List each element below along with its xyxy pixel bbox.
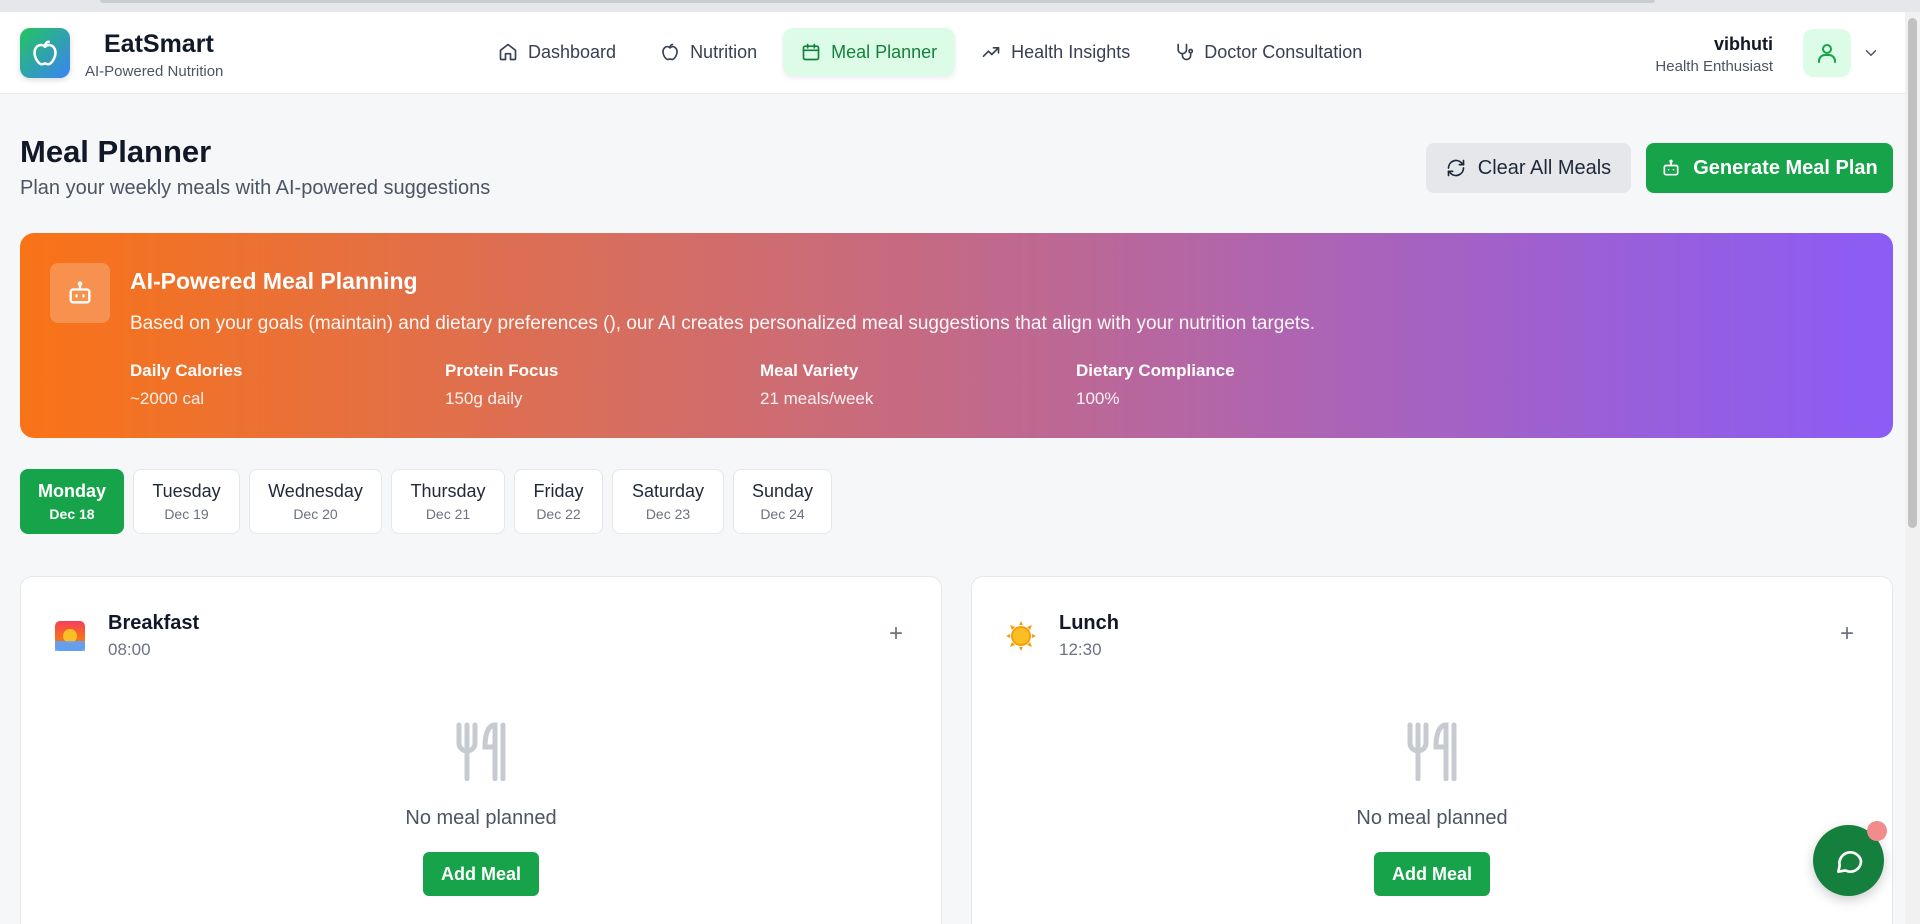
- user-role: Health Enthusiast: [1655, 58, 1773, 75]
- day-name: Thursday: [410, 481, 486, 501]
- meal-time: 08:00: [108, 640, 151, 659]
- stat-protein-focus: Protein Focus 150g daily: [445, 361, 558, 409]
- day-name: Tuesday: [152, 481, 221, 501]
- generate-meal-plan-button[interactable]: Generate Meal Plan: [1646, 143, 1893, 193]
- user-icon: [1818, 44, 1836, 63]
- stat-dietary-compliance: Dietary Compliance 100%: [1076, 361, 1235, 409]
- robot-icon-box: [50, 263, 110, 323]
- trending-up-icon: [982, 47, 1000, 58]
- day-selector: Monday Dec 18 Tuesday Dec 19 Wednesday D…: [20, 469, 832, 534]
- no-meal-text: No meal planned: [1356, 807, 1508, 829]
- nav-label: Dashboard: [528, 41, 617, 62]
- add-breakfast-plus-button[interactable]: +: [889, 622, 903, 646]
- nav-item-doctor-consultation[interactable]: Doctor Consultation: [1156, 28, 1380, 76]
- meal-card-breakfast: Breakfast 08:00 + No meal planned Add Me…: [20, 576, 942, 924]
- banner-description: Based on your goals (maintain) and dieta…: [130, 313, 1315, 334]
- day-date: Dec 22: [536, 506, 581, 522]
- chevron-down-icon[interactable]: [1862, 44, 1880, 62]
- browser-top-strip: [0, 0, 1920, 12]
- day-date: Dec 21: [425, 506, 471, 522]
- day-date: Dec 19: [164, 506, 209, 522]
- day-date: Dec 24: [760, 506, 805, 522]
- app-logo[interactable]: [20, 28, 70, 78]
- nav-label: Nutrition: [690, 41, 758, 62]
- apple-icon: [662, 43, 678, 61]
- day-date: Dec 20: [293, 506, 338, 522]
- user-name: vibhuti: [1714, 34, 1773, 54]
- day-tab-saturday[interactable]: Saturday Dec 23: [612, 469, 724, 534]
- day-name: Monday: [38, 481, 107, 501]
- day-tab-friday[interactable]: Friday Dec 22: [514, 469, 603, 534]
- add-lunch-plus-button[interactable]: +: [1840, 622, 1854, 646]
- nav-item-meal-planner[interactable]: Meal Planner: [783, 28, 956, 76]
- day-tab-wednesday[interactable]: Wednesday Dec 20: [249, 469, 382, 534]
- day-name: Friday: [533, 481, 584, 501]
- robot-icon: [69, 281, 91, 304]
- day-date: Dec 23: [645, 506, 691, 522]
- stat-meal-variety: Meal Variety 21 meals/week: [760, 361, 873, 409]
- chat-bubble-icon: [1836, 850, 1862, 873]
- apple-logo-icon: [33, 40, 57, 66]
- nav-label: Meal Planner: [831, 41, 938, 62]
- nav-label: Doctor Consultation: [1204, 41, 1363, 62]
- app-tagline: AI-Powered Nutrition: [85, 63, 224, 80]
- stat-label: Meal Variety: [760, 361, 859, 380]
- stat-label: Daily Calories: [130, 361, 243, 380]
- banner-title: AI-Powered Meal Planning: [130, 268, 418, 294]
- day-name: Saturday: [631, 481, 705, 501]
- nav-item-nutrition[interactable]: Nutrition: [642, 28, 775, 76]
- nav-item-dashboard[interactable]: Dashboard: [480, 28, 634, 76]
- calendar-icon: [802, 43, 820, 61]
- meal-name: Breakfast: [108, 612, 200, 634]
- generate-label: Generate Meal Plan: [1693, 156, 1878, 179]
- meal-card-lunch: Lunch 12:30 + No meal planned Add Meal: [971, 576, 1893, 924]
- stat-label: Dietary Compliance: [1076, 361, 1235, 380]
- stat-daily-calories: Daily Calories ~2000 cal: [130, 361, 242, 409]
- main-nav: Dashboard Nutrition Meal Planner Health …: [480, 28, 1380, 76]
- day-tab-monday[interactable]: Monday Dec 18: [20, 469, 124, 534]
- ai-planning-banner: AI-Powered Meal Planning Based on your g…: [20, 233, 1893, 438]
- scrollbar-thumb[interactable]: [1908, 18, 1917, 528]
- stethoscope-icon: [1177, 43, 1194, 61]
- clear-all-meals-button[interactable]: Clear All Meals: [1426, 143, 1631, 193]
- add-meal-button[interactable]: Add Meal: [423, 852, 539, 896]
- refresh-icon: [1447, 159, 1465, 177]
- stat-value: ~2000 cal: [130, 389, 205, 408]
- sunrise-icon: [55, 621, 85, 651]
- notification-dot: [1867, 821, 1887, 841]
- meal-name: Lunch: [1059, 612, 1119, 634]
- robot-icon: [1663, 159, 1679, 176]
- no-meal-text: No meal planned: [405, 807, 557, 829]
- stat-label: Protein Focus: [445, 361, 559, 380]
- day-date: Dec 18: [49, 506, 95, 522]
- day-tab-sunday[interactable]: Sunday Dec 24: [733, 469, 832, 534]
- day-tab-tuesday[interactable]: Tuesday Dec 19: [133, 469, 240, 534]
- user-avatar-button[interactable]: [1803, 29, 1851, 77]
- nav-item-health-insights[interactable]: Health Insights: [963, 28, 1148, 76]
- nav-label: Health Insights: [1011, 41, 1131, 62]
- fork-knife-icon: [456, 722, 506, 781]
- sun-icon: [1006, 621, 1036, 651]
- page-scrollbar[interactable]: [1905, 12, 1920, 924]
- app-header: EatSmart AI-Powered Nutrition Dashboard …: [0, 12, 1905, 94]
- stat-value: 150g daily: [445, 389, 523, 408]
- day-name: Sunday: [751, 481, 814, 501]
- fork-knife-icon: [1407, 722, 1457, 781]
- day-tab-thursday[interactable]: Thursday Dec 21: [391, 469, 505, 534]
- home-icon: [499, 43, 517, 61]
- page-subtitle: Plan your weekly meals with AI-powered s…: [20, 177, 491, 199]
- page-title: Meal Planner: [20, 134, 212, 169]
- clear-all-label: Clear All Meals: [1477, 156, 1612, 179]
- app-name: EatSmart: [104, 30, 214, 58]
- day-name: Wednesday: [268, 481, 363, 501]
- meal-time: 12:30: [1059, 640, 1102, 659]
- add-meal-button[interactable]: Add Meal: [1374, 852, 1490, 896]
- stat-value: 100%: [1076, 389, 1120, 408]
- stat-value: 21 meals/week: [760, 389, 874, 408]
